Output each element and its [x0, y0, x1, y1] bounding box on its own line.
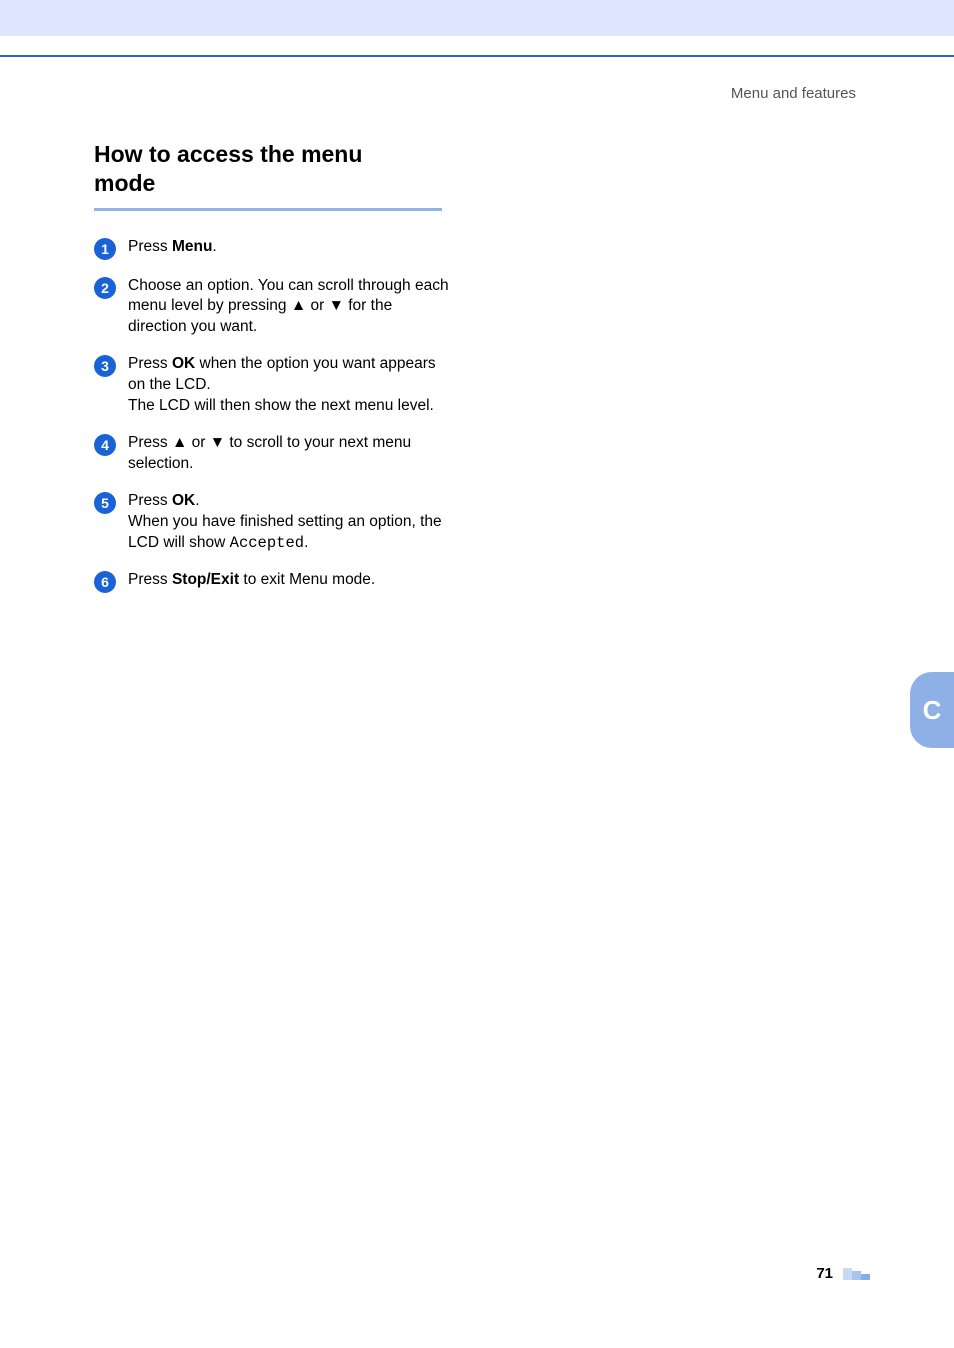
step-4-mid: or: [187, 434, 209, 451]
step-3: 3 Press OK when the option you want appe…: [94, 354, 454, 417]
step-4-text: Press ▲ or ▼ to scroll to your next menu…: [128, 433, 454, 475]
step-2-pre: Choose an option. You can scroll through…: [128, 277, 449, 315]
step-1-bold: Menu: [172, 238, 212, 255]
footer-bars-icon: [843, 1268, 870, 1280]
page-number: 71: [816, 1265, 833, 1282]
step-2-mid: or: [306, 297, 328, 314]
step-6-pre: Press: [128, 571, 172, 588]
page-footer: 71: [816, 1265, 870, 1282]
step-1-pre: Press: [128, 238, 172, 255]
step-3-text: Press OK when the option you want appear…: [128, 354, 454, 417]
step-bullet-6: 6: [94, 571, 116, 593]
step-5-post: .: [195, 492, 199, 509]
step-5: 5 Press OK. When you have finished setti…: [94, 491, 454, 554]
section-heading: How to access the menu mode: [94, 140, 454, 198]
step-2: 2 Choose an option. You can scroll throu…: [94, 276, 454, 339]
step-bullet-5: 5: [94, 492, 116, 514]
step-6-bold: Stop/Exit: [172, 571, 239, 588]
step-3-extra: The LCD will then show the next menu lev…: [128, 397, 434, 414]
step-5-text: Press OK. When you have finished setting…: [128, 491, 454, 554]
heading-line-2: mode: [94, 170, 155, 196]
step-6: 6 Press Stop/Exit to exit Menu mode.: [94, 570, 454, 593]
step-4: 4 Press ▲ or ▼ to scroll to your next me…: [94, 433, 454, 475]
step-bullet-3: 3: [94, 355, 116, 377]
down-arrow-icon: ▼: [210, 434, 225, 451]
up-arrow-icon: ▲: [172, 434, 187, 451]
step-5-pre: Press: [128, 492, 172, 509]
step-1-text: Press Menu.: [128, 237, 217, 258]
step-2-text: Choose an option. You can scroll through…: [128, 276, 454, 339]
up-arrow-icon: ▲: [291, 297, 306, 314]
step-5-mono: Accepted: [230, 534, 304, 552]
step-1: 1 Press Menu.: [94, 237, 454, 260]
page-header-text: Menu and features: [731, 85, 856, 102]
step-bullet-4: 4: [94, 434, 116, 456]
step-6-text: Press Stop/Exit to exit Menu mode.: [128, 570, 375, 591]
heading-underline: [94, 208, 442, 211]
step-1-post: .: [212, 238, 216, 255]
down-arrow-icon: ▼: [329, 297, 344, 314]
section-tab: C: [910, 672, 954, 748]
steps-list: 1 Press Menu. 2 Choose an option. You ca…: [94, 237, 454, 593]
step-6-post: to exit Menu mode.: [239, 571, 375, 588]
top-bar: [0, 0, 954, 36]
step-bullet-2: 2: [94, 277, 116, 299]
step-3-pre: Press: [128, 355, 172, 372]
heading-line-1: How to access the menu: [94, 141, 362, 167]
step-bullet-1: 1: [94, 238, 116, 260]
step-4-pre: Press: [128, 434, 172, 451]
main-content: How to access the menu mode 1 Press Menu…: [94, 140, 454, 609]
step-5-extra-post: .: [304, 534, 308, 551]
step-5-bold: OK: [172, 492, 195, 509]
top-rule: [0, 55, 954, 57]
step-3-bold: OK: [172, 355, 195, 372]
section-tab-letter: C: [923, 695, 942, 726]
